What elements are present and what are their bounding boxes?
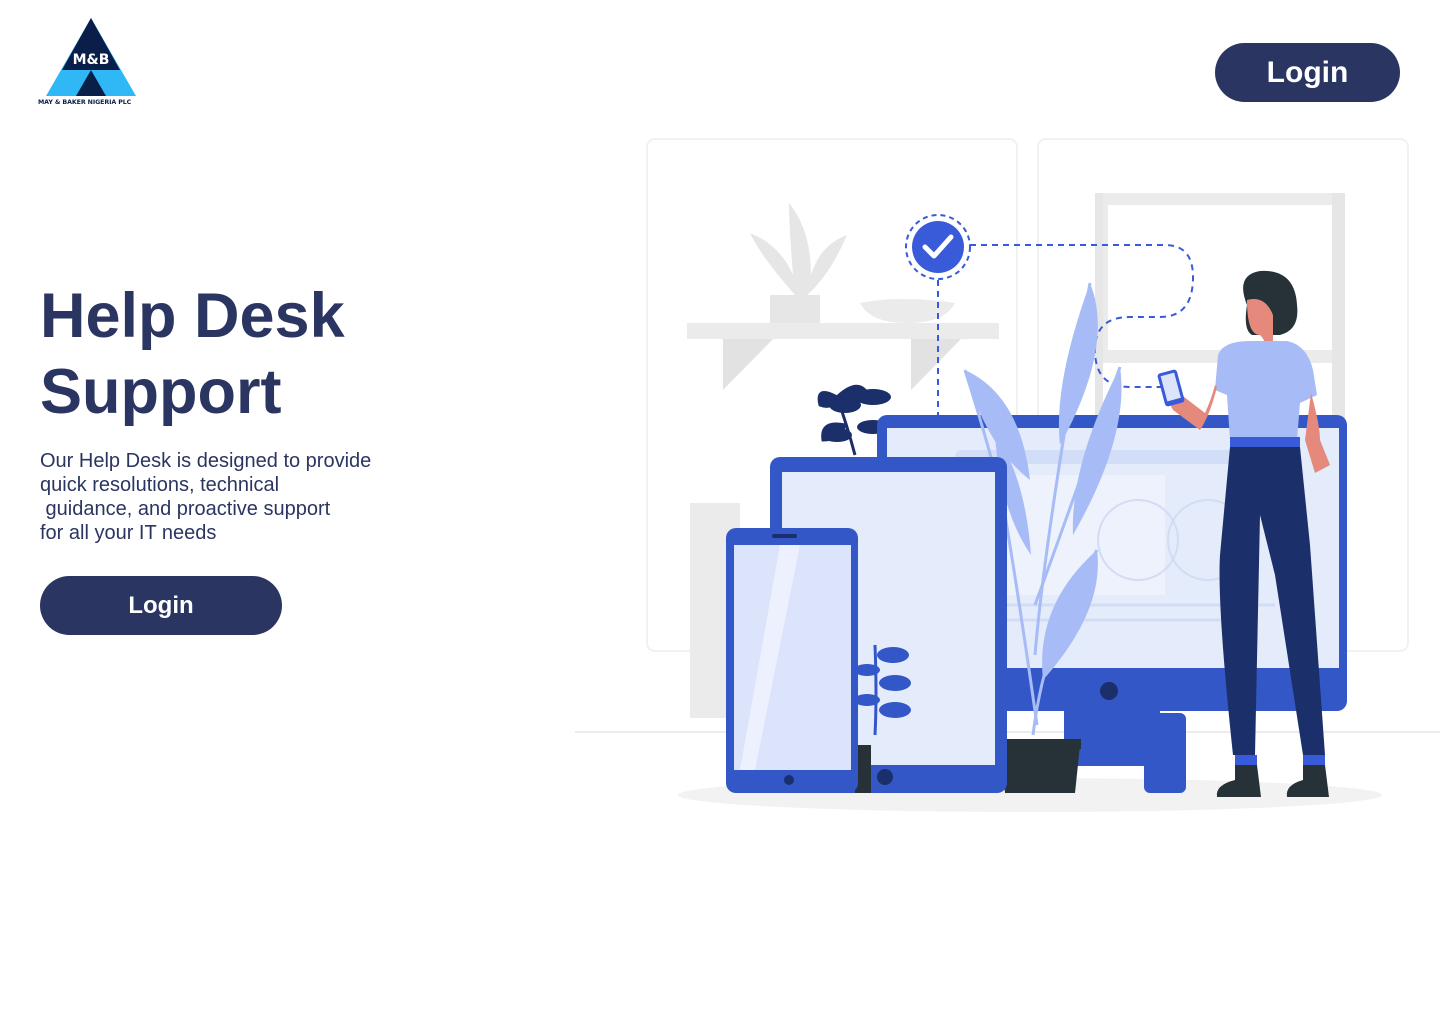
company-logo[interactable]: M&B MAY & BAKER NIGERIA PLC [38, 16, 144, 112]
description-line-4: for all your IT needs [40, 522, 217, 544]
illustration-svg [575, 138, 1440, 812]
description-line-2: quick resolutions, technical [40, 474, 280, 496]
header-login-button[interactable]: Login [1215, 43, 1400, 102]
description-line-1: Our Help Desk is designed to provide [40, 450, 372, 472]
logo-company-name: MAY & BAKER NIGERIA PLC [38, 99, 132, 106]
description-line-3: guidance, and proactive support [40, 498, 331, 520]
logo-brand-text: M&B [72, 52, 110, 68]
page-title: Help Desk Support [40, 278, 345, 430]
help-desk-illustration [575, 135, 1440, 825]
hero-description: Our Help Desk is designed to provide qui… [40, 449, 420, 545]
page-title-line-1: Help Desk [40, 281, 345, 351]
hero-login-button[interactable]: Login [40, 576, 282, 635]
page-title-line-2: Support [40, 357, 282, 427]
